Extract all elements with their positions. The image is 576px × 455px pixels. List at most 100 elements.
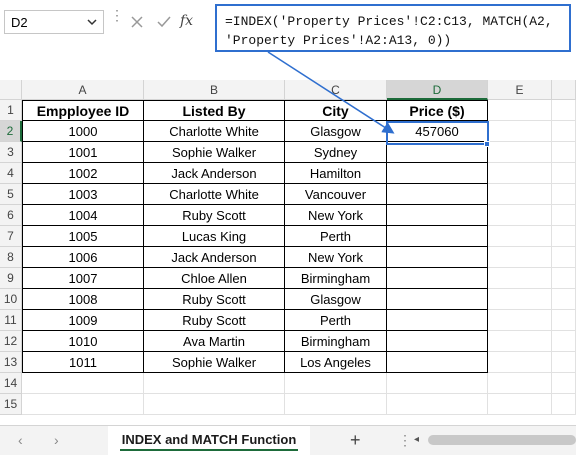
empty-cell[interactable] xyxy=(488,121,552,142)
empty-cell[interactable] xyxy=(552,394,576,415)
empty-cell[interactable] xyxy=(488,310,552,331)
table-cell[interactable]: Ruby Scott xyxy=(144,310,285,331)
table-cell[interactable] xyxy=(387,331,488,352)
drag-handle-icon[interactable]: ⋮ xyxy=(110,8,124,32)
row-header[interactable]: 7 xyxy=(0,226,22,247)
table-cell[interactable]: Lucas King xyxy=(144,226,285,247)
empty-cell[interactable] xyxy=(552,352,576,373)
name-box[interactable]: D2 xyxy=(4,10,104,34)
table-cell[interactable]: Glasgow xyxy=(285,121,387,142)
row-header[interactable]: 6 xyxy=(0,205,22,226)
insert-function-icon[interactable]: fx xyxy=(180,13,193,29)
row-header[interactable]: 3 xyxy=(0,142,22,163)
more-options-icon[interactable]: ⋮ xyxy=(398,432,412,449)
row-header[interactable]: 1 xyxy=(0,100,22,121)
table-cell[interactable]: Glasgow xyxy=(285,289,387,310)
table-cell[interactable]: 457060 xyxy=(387,121,488,142)
table-cell[interactable] xyxy=(387,352,488,373)
row-header[interactable]: 4 xyxy=(0,163,22,184)
empty-cell[interactable] xyxy=(488,163,552,184)
horizontal-scrollbar[interactable] xyxy=(428,435,576,445)
table-cell[interactable]: 1007 xyxy=(22,268,144,289)
table-cell[interactable]: 1008 xyxy=(22,289,144,310)
empty-cell[interactable] xyxy=(488,289,552,310)
row-header[interactable]: 11 xyxy=(0,310,22,331)
table-cell[interactable] xyxy=(387,247,488,268)
empty-cell[interactable] xyxy=(144,373,285,394)
empty-cell[interactable] xyxy=(285,373,387,394)
table-cell[interactable]: Jack Anderson xyxy=(144,247,285,268)
table-cell[interactable]: 1000 xyxy=(22,121,144,142)
table-cell[interactable]: Chloe Allen xyxy=(144,268,285,289)
empty-cell[interactable] xyxy=(552,121,576,142)
empty-cell[interactable] xyxy=(488,268,552,289)
table-cell[interactable]: 1006 xyxy=(22,247,144,268)
table-cell[interactable] xyxy=(387,163,488,184)
next-sheet-icon[interactable]: › xyxy=(54,432,59,448)
table-cell[interactable]: Sophie Walker xyxy=(144,142,285,163)
table-header-cell[interactable]: Empployee ID xyxy=(22,100,144,121)
empty-cell[interactable] xyxy=(22,373,144,394)
chevron-down-icon[interactable] xyxy=(85,15,99,29)
table-cell[interactable] xyxy=(387,268,488,289)
table-cell[interactable] xyxy=(387,142,488,163)
empty-cell[interactable] xyxy=(488,394,552,415)
empty-cell[interactable] xyxy=(387,394,488,415)
empty-cell[interactable] xyxy=(552,163,576,184)
empty-cell[interactable] xyxy=(552,226,576,247)
empty-cell[interactable] xyxy=(552,310,576,331)
enter-check-icon[interactable] xyxy=(156,15,172,29)
empty-cell[interactable] xyxy=(488,100,552,121)
cancel-icon[interactable] xyxy=(130,15,144,29)
select-all-corner[interactable] xyxy=(0,80,22,100)
row-header[interactable]: 14 xyxy=(0,373,22,394)
table-cell[interactable]: Sydney xyxy=(285,142,387,163)
empty-cell[interactable] xyxy=(552,289,576,310)
empty-cell[interactable] xyxy=(488,142,552,163)
empty-cell[interactable] xyxy=(488,247,552,268)
table-cell[interactable]: Hamilton xyxy=(285,163,387,184)
table-cell[interactable]: Vancouver xyxy=(285,184,387,205)
row-header[interactable]: 5 xyxy=(0,184,22,205)
empty-cell[interactable] xyxy=(552,268,576,289)
empty-cell[interactable] xyxy=(488,373,552,394)
previous-sheet-icon[interactable]: ‹ xyxy=(18,432,23,448)
table-cell[interactable]: Los Angeles xyxy=(285,352,387,373)
table-cell[interactable]: Birmingham xyxy=(285,331,387,352)
table-cell[interactable]: 1001 xyxy=(22,142,144,163)
sheet-tab-index-and-match[interactable]: INDEX and MATCH Function xyxy=(108,426,310,455)
table-cell[interactable]: 1005 xyxy=(22,226,144,247)
table-cell[interactable]: Perth xyxy=(285,310,387,331)
table-cell[interactable]: 1003 xyxy=(22,184,144,205)
empty-cell[interactable] xyxy=(488,184,552,205)
row-header[interactable]: 13 xyxy=(0,352,22,373)
table-cell[interactable]: Perth xyxy=(285,226,387,247)
empty-cell[interactable] xyxy=(488,226,552,247)
table-cell[interactable] xyxy=(387,289,488,310)
table-header-cell[interactable]: City xyxy=(285,100,387,121)
empty-cell[interactable] xyxy=(552,100,576,121)
table-cell[interactable]: Ruby Scott xyxy=(144,289,285,310)
column-header-a[interactable]: A xyxy=(22,80,144,100)
table-header-cell[interactable]: Price ($) xyxy=(387,100,488,121)
table-cell[interactable]: 1011 xyxy=(22,352,144,373)
row-header[interactable]: 10 xyxy=(0,289,22,310)
table-cell[interactable] xyxy=(387,205,488,226)
empty-cell[interactable] xyxy=(285,394,387,415)
empty-cell[interactable] xyxy=(552,373,576,394)
empty-cell[interactable] xyxy=(22,394,144,415)
row-header[interactable]: 15 xyxy=(0,394,22,415)
empty-cell[interactable] xyxy=(488,331,552,352)
row-header[interactable]: 2 xyxy=(0,121,22,142)
column-header-c[interactable]: C xyxy=(285,80,387,100)
fill-handle[interactable] xyxy=(484,141,490,147)
row-header[interactable]: 12 xyxy=(0,331,22,352)
table-cell[interactable]: 1010 xyxy=(22,331,144,352)
empty-cell[interactable] xyxy=(488,352,552,373)
column-header-d[interactable]: D xyxy=(387,80,488,100)
table-cell[interactable]: Jack Anderson xyxy=(144,163,285,184)
table-cell[interactable]: 1002 xyxy=(22,163,144,184)
table-cell[interactable]: Ava Martin xyxy=(144,331,285,352)
column-header-e[interactable]: E xyxy=(488,80,552,100)
table-cell[interactable]: Sophie Walker xyxy=(144,352,285,373)
